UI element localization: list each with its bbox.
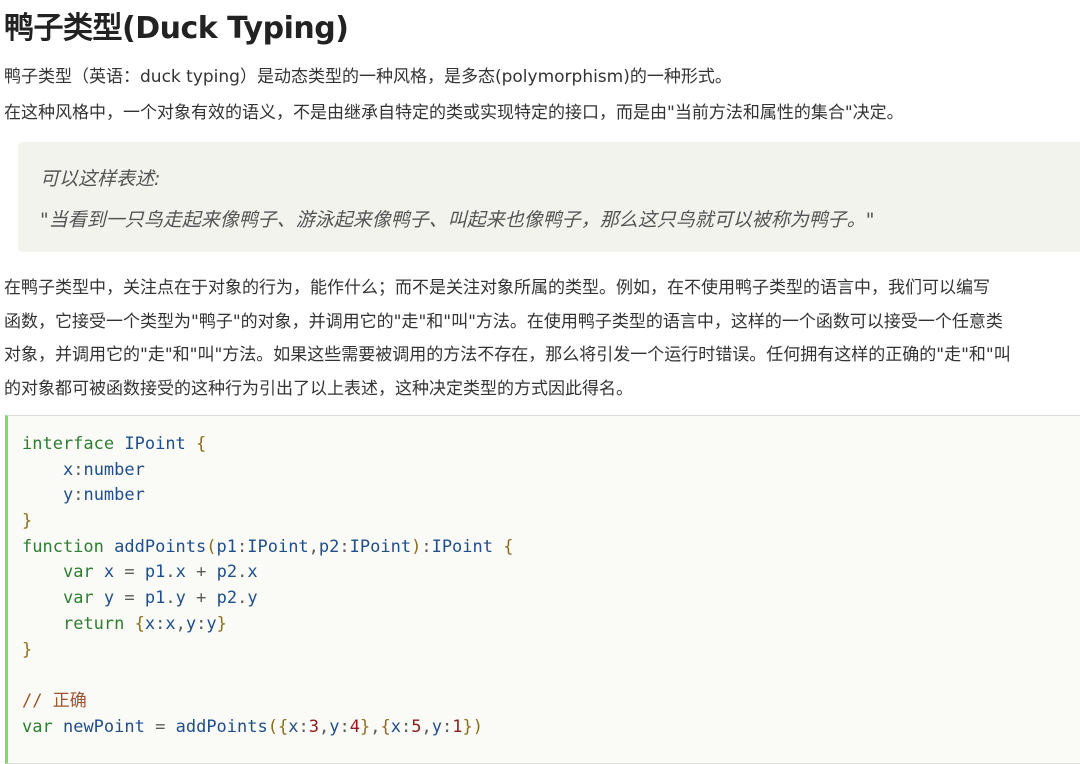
intro-paragraph-1: 鸭子类型（英语：duck typing）是动态类型的一种风格，是多态(polym… xyxy=(4,67,732,87)
code-line: function addPoints(p1:IPoint,p2:IPoint):… xyxy=(22,536,514,557)
explanation-line: 的对象都可被函数接受的这种行为引出了以上表述，这种决定类型的方式因此得名。 xyxy=(4,378,633,399)
intro-paragraph-2: 在这种风格中，一个对象有效的语义，不是由继承自特定的类或实现特定的接口，而是由"… xyxy=(4,103,904,123)
code-line: var y = p1.y + p2.y xyxy=(62,588,258,609)
code-block: interface IPoint { x:number y:number} fun… xyxy=(5,415,1080,764)
quote-lead: 可以这样表述: xyxy=(40,168,161,190)
explanation-paragraph: 在鸭子类型中，关注点在于对象的行为，能作什么；而不是关注对象所属的类型。例如，在… xyxy=(4,272,1080,406)
code-line: x:number xyxy=(62,459,145,480)
explanation-line: 在鸭子类型中，关注点在于对象的行为，能作什么；而不是关注对象所属的类型。例如，在… xyxy=(4,278,990,298)
page-title: 鸭子类型(Duck Typing) xyxy=(4,11,349,46)
code-line: return {x:x,y:y} xyxy=(62,613,227,634)
quote-text: "当看到一只鸟走起来像鸭子、游泳起来像鸭子、叫起来也像鸭子，那么这只鸟就可以被称… xyxy=(40,209,875,231)
code-line: interface IPoint { xyxy=(22,434,207,454)
code-line: var x = p1.x + p2.x xyxy=(62,562,258,583)
explanation-line: 对象，并调用它的"走"和"叫"方法。如果这些需要被调用的方法不存在，那么将引发一… xyxy=(4,345,1011,365)
code-line: y:number xyxy=(62,485,145,506)
code-content: interface IPoint { x:number y:number} fun… xyxy=(22,432,514,740)
code-line: var newPoint = addPoints({x:3,y:4},{x:5,… xyxy=(22,716,483,737)
code-line: } xyxy=(22,511,33,532)
code-line: } xyxy=(22,639,33,660)
explanation-line: 函数，它接受一个类型为"鸭子"的对象，并调用它的"走"和"叫"方法。在使用鸭子类… xyxy=(4,311,1003,332)
code-line: // 正确 xyxy=(22,690,87,711)
blockquote: 可以这样表述: "当看到一只鸟走起来像鸭子、游泳起来像鸭子、叫起来也像鸭子，那么… xyxy=(18,142,1080,252)
code-line: ​ xyxy=(22,663,514,689)
